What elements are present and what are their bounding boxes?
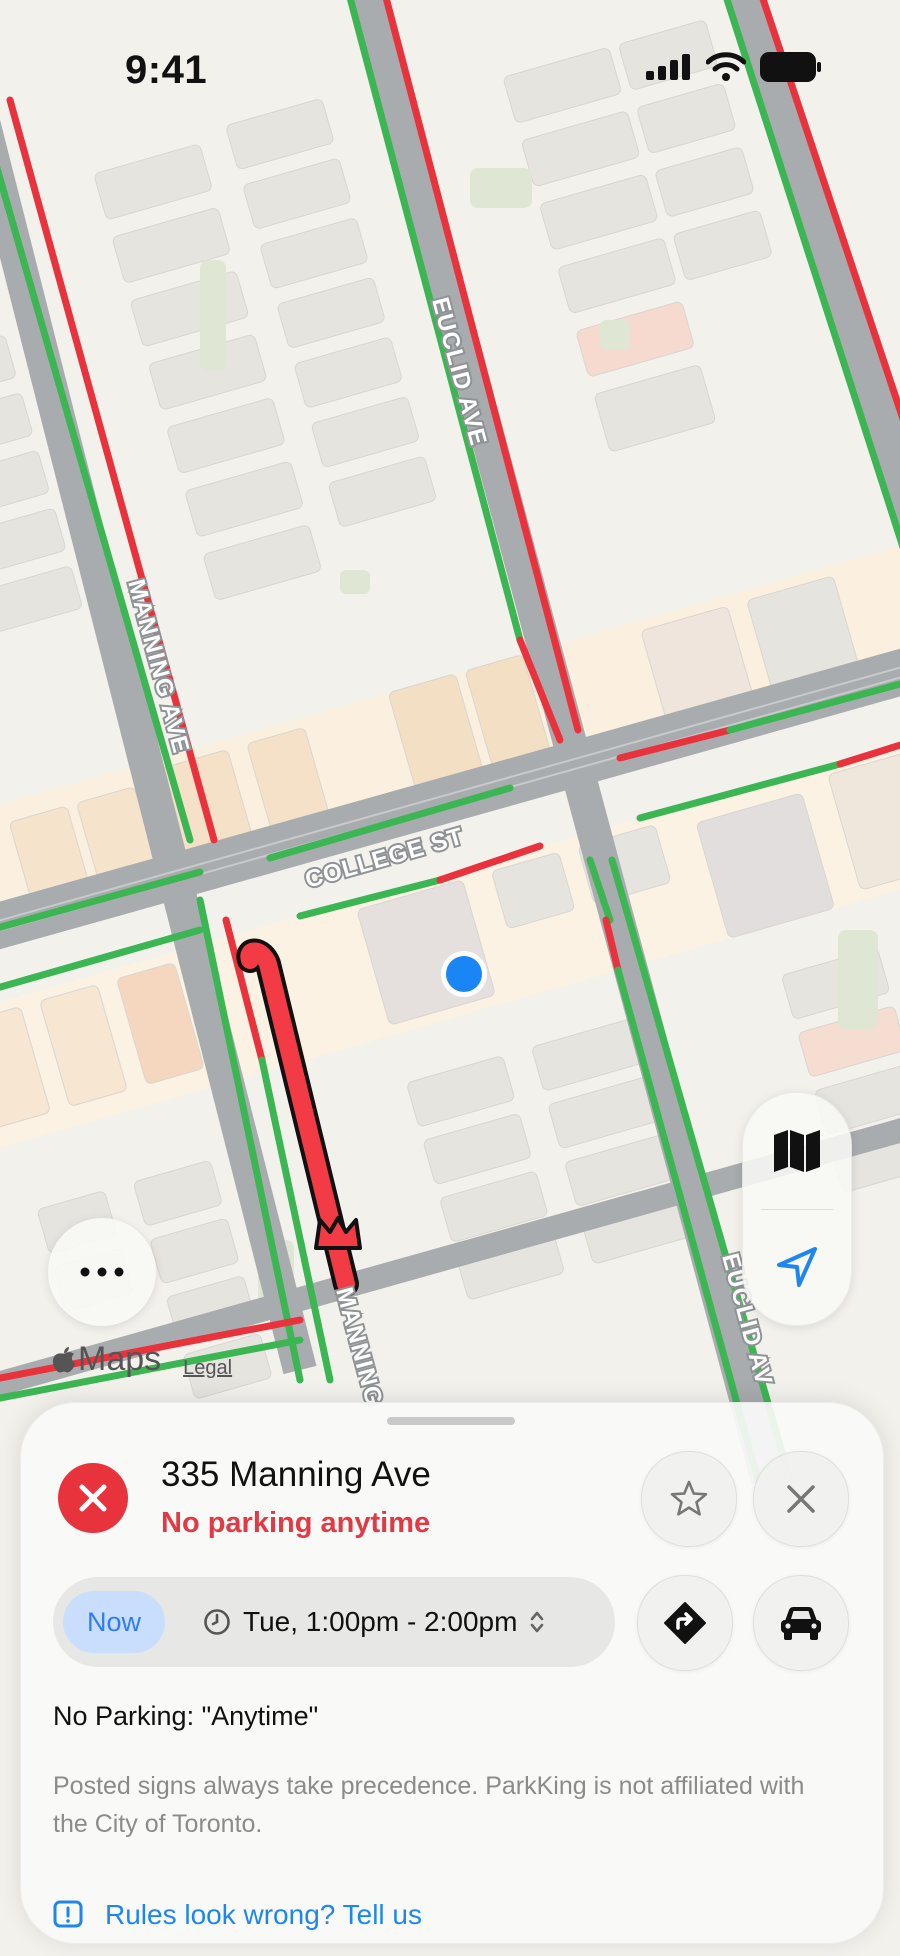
directions-button[interactable] <box>637 1575 733 1671</box>
feedback-icon <box>53 1900 83 1928</box>
ellipsis-icon <box>80 1267 124 1277</box>
report-rules-text: Rules look wrong? Tell us <box>105 1899 422 1930</box>
map-mode-button[interactable] <box>743 1093 851 1209</box>
favorite-button[interactable] <box>641 1451 737 1547</box>
time-range-label: Tue, 1:00pm - 2:00pm <box>243 1606 518 1637</box>
parking-rule-detail: No Parking: "Anytime" <box>53 1701 319 1731</box>
parking-details-sheet: 335 Manning Ave No parking anytime Now T… <box>20 1402 884 1944</box>
no-parking-status-icon <box>58 1463 128 1533</box>
sheet-grabber[interactable] <box>387 1417 515 1425</box>
chevron-updown-icon <box>531 1611 544 1633</box>
maps-attribution: Maps Legal <box>52 1340 232 1380</box>
user-location-icon <box>441 951 487 997</box>
parking-rule-summary: No parking anytime <box>161 1507 431 1539</box>
battery-icon <box>760 52 821 82</box>
locate-me-button[interactable] <box>743 1209 851 1325</box>
clock-icon <box>204 1609 230 1635</box>
car-icon <box>781 1607 821 1640</box>
time-selector: Now Tue, 1:00pm - 2:00pm <box>53 1577 615 1667</box>
maps-logo: Maps <box>52 1340 161 1379</box>
vehicle-button[interactable] <box>753 1575 849 1671</box>
x-mark-icon <box>79 1484 107 1512</box>
location-address: 335 Manning Ave <box>161 1455 431 1494</box>
crown-marker-icon[interactable] <box>314 1216 362 1250</box>
directions-icon <box>664 1602 706 1644</box>
status-time: 9:41 <box>125 48 208 92</box>
more-options-button[interactable] <box>48 1218 156 1326</box>
close-icon <box>787 1485 815 1513</box>
map-icon <box>774 1130 820 1172</box>
disclaimer-text: Posted signs always take precedence. Par… <box>53 1772 805 1838</box>
maps-logo-text: Maps <box>78 1340 162 1378</box>
status-icons <box>646 52 822 82</box>
wifi-icon <box>706 52 746 81</box>
report-rules-link[interactable]: Rules look wrong? Tell us <box>53 1899 422 1931</box>
time-range-picker[interactable]: Tue, 1:00pm - 2:00pm <box>203 1577 545 1667</box>
map-controls <box>742 1092 852 1326</box>
apple-logo-icon <box>52 1346 75 1373</box>
star-icon <box>670 1480 708 1516</box>
cellular-signal-icon <box>646 54 690 80</box>
now-button[interactable]: Now <box>63 1591 165 1653</box>
location-arrow-icon <box>777 1247 817 1287</box>
legal-link[interactable]: Legal <box>183 1357 232 1380</box>
close-button[interactable] <box>753 1451 849 1547</box>
status-bar: 9:41 <box>0 0 900 150</box>
